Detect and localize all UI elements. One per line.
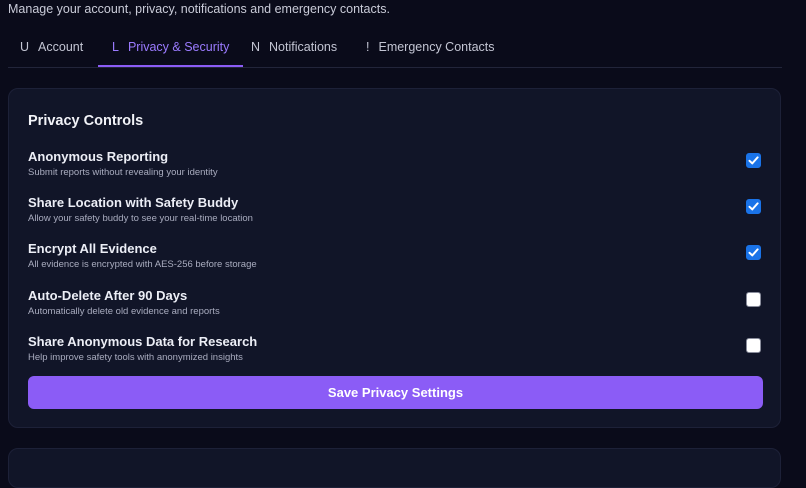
lock-icon: L xyxy=(112,40,119,54)
tab-label: Account xyxy=(38,40,84,54)
user-icon: U xyxy=(20,40,30,54)
checkmark-icon xyxy=(748,248,759,257)
setting-auto-delete: Auto-Delete After 90 Days Automatically … xyxy=(28,288,763,324)
tab-label: Privacy & Security xyxy=(127,40,230,54)
setting-share-location: Share Location with Safety Buddy Allow y… xyxy=(28,195,763,231)
checkmark-icon xyxy=(748,156,759,165)
encrypt-evidence-checkbox[interactable] xyxy=(746,245,761,260)
setting-label: Share Location with Safety Buddy xyxy=(28,195,239,210)
alert-icon: ! xyxy=(366,40,370,54)
share-research-data-checkbox[interactable] xyxy=(746,338,761,353)
next-section-card xyxy=(8,448,781,488)
setting-label: Share Anonymous Data for Research xyxy=(28,334,258,349)
anonymous-reporting-checkbox[interactable] xyxy=(746,153,761,168)
setting-anonymous-reporting: Anonymous Reporting Submit reports witho… xyxy=(28,149,763,185)
page-subtitle: Manage your account, privacy, notificati… xyxy=(8,2,390,16)
setting-description: Automatically delete old evidence and re… xyxy=(28,306,220,317)
privacy-controls-card: Privacy Controls Anonymous Reporting Sub… xyxy=(8,88,781,428)
setting-description: All evidence is encrypted with AES-256 b… xyxy=(28,259,257,270)
setting-label: Anonymous Reporting xyxy=(28,149,169,164)
setting-share-research-data: Share Anonymous Data for Research Help i… xyxy=(28,334,763,370)
setting-encrypt-evidence: Encrypt All Evidence All evidence is enc… xyxy=(28,241,763,277)
tab-label: Emergency Contacts xyxy=(378,40,495,54)
tab-notifications[interactable]: N Notifications xyxy=(251,40,337,66)
checkmark-icon xyxy=(748,202,759,211)
setting-label: Encrypt All Evidence xyxy=(28,241,157,256)
tab-privacy-security[interactable]: L Privacy & Security xyxy=(98,40,244,67)
tab-emergency-contacts[interactable]: ! Emergency Contacts xyxy=(366,40,495,66)
auto-delete-checkbox[interactable] xyxy=(746,292,761,307)
tab-label: Notifications xyxy=(269,40,338,54)
setting-description: Help improve safety tools with anonymize… xyxy=(28,352,243,363)
setting-description: Submit reports without revealing your id… xyxy=(28,167,218,178)
save-privacy-settings-button[interactable]: Save Privacy Settings xyxy=(28,376,763,409)
settings-tabs: U Account L Privacy & Security N Notific… xyxy=(8,40,782,68)
notification-icon: N xyxy=(251,40,261,54)
setting-description: Allow your safety buddy to see your real… xyxy=(28,213,253,224)
setting-label: Auto-Delete After 90 Days xyxy=(28,288,188,303)
tab-account[interactable]: U Account xyxy=(20,40,83,66)
share-location-checkbox[interactable] xyxy=(746,199,761,214)
card-title: Privacy Controls xyxy=(28,113,144,129)
